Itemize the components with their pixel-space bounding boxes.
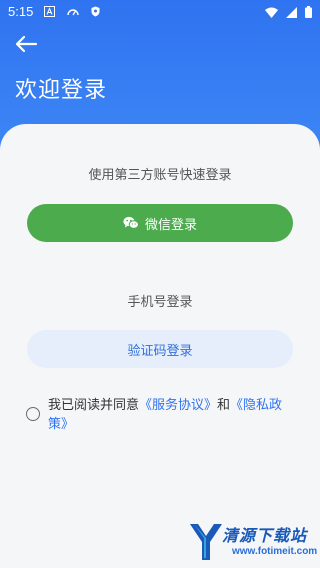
wechat-icon [123,216,139,229]
agreement-conj: 和 [217,398,231,413]
wifi-icon [265,7,278,18]
battery-icon [305,6,312,18]
speed-icon [67,8,79,15]
status-time: 5:15 [8,4,34,19]
third-party-login-label: 使用第三方账号快速登录 [88,168,232,183]
watermark-logo: 清源下载站 www.fotimeit.com [188,520,318,566]
back-arrow-icon[interactable] [14,34,38,54]
wechat-login-label: 微信登录 [144,217,197,233]
service-agreement-link[interactable]: 《服务协议》 [139,398,217,413]
agreement-prefix: 我已阅读并同意 [48,398,140,413]
signal-icon [286,6,297,18]
agreement-text: 我已阅读并同意《服务协议》和《隐私政策》 [48,396,298,434]
wechat-login-button[interactable]: 微信登录 [27,204,293,242]
phone-login-label: 手机号登录 [127,295,193,310]
verification-code-login-button[interactable]: 验证码登录 [27,330,293,368]
shield-icon [91,6,100,17]
page-title: 欢迎登录 [15,78,108,103]
agreement-radio[interactable] [26,407,40,421]
a-box-icon [44,6,55,17]
verification-code-login-label: 验证码登录 [127,343,193,359]
status-bar: 5:15 [0,0,320,24]
watermark-name: 清源下载站 [222,526,308,545]
watermark-y-icon [190,524,222,560]
watermark-url: www.fotimeit.com [232,546,318,557]
